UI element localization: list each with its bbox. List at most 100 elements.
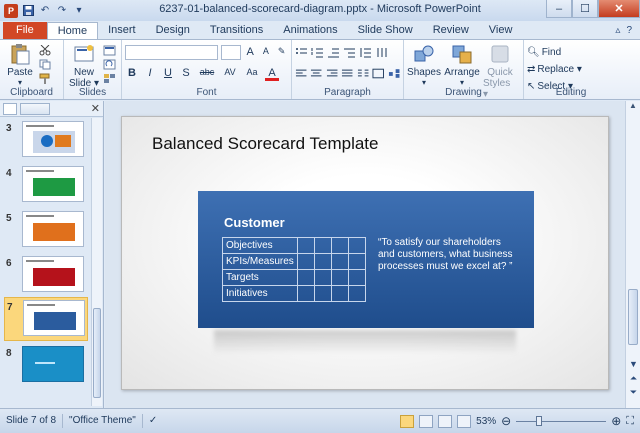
- shapes-dropdown-icon[interactable]: ▾: [422, 78, 426, 87]
- grow-font-icon[interactable]: A: [244, 46, 257, 60]
- character-spacing-button[interactable]: AV: [221, 67, 239, 81]
- decrease-indent-icon[interactable]: [327, 47, 340, 58]
- table-cell[interactable]: [296, 253, 315, 270]
- bold-button[interactable]: B: [125, 67, 139, 81]
- minimize-button[interactable]: –: [546, 0, 572, 18]
- font-color-button[interactable]: A: [265, 67, 279, 81]
- slide-scroll-thumb[interactable]: [628, 289, 638, 345]
- table-cell[interactable]: [330, 269, 349, 286]
- undo-icon[interactable]: ↶: [38, 4, 52, 18]
- table-cell[interactable]: [296, 237, 315, 254]
- fit-to-window-icon[interactable]: ⛶: [626, 415, 634, 428]
- table-cell[interactable]: [313, 285, 332, 302]
- clear-formatting-icon[interactable]: ✎: [275, 46, 288, 60]
- tab-review[interactable]: Review: [423, 22, 479, 39]
- slide-title[interactable]: Balanced Scorecard Template: [152, 134, 379, 154]
- slide-thumbnail-7-selected[interactable]: 7: [4, 297, 88, 341]
- copy-icon[interactable]: [39, 59, 52, 70]
- powerpoint-app-icon[interactable]: P: [4, 3, 18, 18]
- table-cell[interactable]: [313, 269, 332, 286]
- bullets-icon[interactable]: [295, 47, 308, 58]
- row-label[interactable]: Targets: [222, 269, 298, 286]
- tab-transitions[interactable]: Transitions: [200, 22, 273, 39]
- table-cell[interactable]: [313, 253, 332, 270]
- justify-icon[interactable]: [341, 68, 353, 79]
- table-cell[interactable]: [296, 269, 315, 286]
- current-slide[interactable]: Balanced Scorecard Template Customer Obj…: [121, 116, 609, 390]
- align-right-icon[interactable]: [326, 68, 338, 79]
- align-left-icon[interactable]: [295, 68, 307, 79]
- maximize-button[interactable]: ☐: [572, 0, 598, 18]
- shadow-button[interactable]: S: [179, 67, 193, 81]
- arrange-dropdown-icon[interactable]: ▾: [460, 78, 464, 87]
- italic-button[interactable]: I: [143, 67, 157, 81]
- line-spacing-icon[interactable]: [359, 47, 372, 58]
- zoom-out-icon[interactable]: ⊖: [501, 414, 511, 428]
- numbering-icon[interactable]: [311, 47, 324, 58]
- align-text-icon[interactable]: [372, 68, 385, 79]
- slide-show-icon[interactable]: [457, 414, 472, 428]
- slide-thumbnail-5[interactable]: 5: [6, 211, 88, 249]
- scorecard-panel[interactable]: Customer Objectives KPIs/Measures Target…: [198, 191, 534, 328]
- new-slide-button[interactable]: New Slide ▾: [67, 43, 101, 89]
- table-cell[interactable]: [330, 237, 349, 254]
- paste-dropdown-icon[interactable]: ▾: [18, 78, 22, 87]
- cut-icon[interactable]: [39, 45, 52, 56]
- tab-file[interactable]: File: [3, 22, 47, 39]
- slide-thumbnail-8[interactable]: 8: [6, 346, 88, 384]
- table-cell[interactable]: [347, 269, 366, 286]
- tab-insert[interactable]: Insert: [98, 22, 146, 39]
- row-label[interactable]: Objectives: [222, 237, 298, 254]
- table-cell[interactable]: [347, 253, 366, 270]
- previous-slide-icon[interactable]: ⏶: [626, 373, 640, 384]
- scorecard-table[interactable]: Objectives KPIs/Measures Targets Initiat…: [222, 237, 366, 302]
- scroll-up-icon[interactable]: ▲: [626, 101, 640, 115]
- reset-icon[interactable]: [103, 59, 116, 70]
- outline-tab-icon[interactable]: [20, 102, 50, 115]
- table-cell[interactable]: [347, 237, 366, 254]
- help-icon[interactable]: ?: [626, 25, 632, 36]
- slides-pane-scrollbar[interactable]: [91, 118, 102, 406]
- table-cell[interactable]: [296, 285, 315, 302]
- minimize-ribbon-icon[interactable]: ▵: [615, 25, 620, 36]
- zoom-level[interactable]: 53%: [476, 416, 496, 427]
- row-label[interactable]: Initiatives: [222, 285, 298, 302]
- zoom-slider[interactable]: [516, 415, 607, 427]
- customize-qat-icon[interactable]: ▾: [72, 4, 86, 18]
- next-slide-icon[interactable]: ⏷: [626, 387, 640, 398]
- slide-thumbnail-6[interactable]: 6: [6, 256, 88, 294]
- theme-name[interactable]: "Office Theme": [63, 414, 143, 428]
- font-name-combo[interactable]: [125, 45, 218, 60]
- paste-button[interactable]: Paste ▾: [3, 43, 37, 87]
- zoom-in-icon[interactable]: ⊕: [611, 414, 621, 428]
- layout-icon[interactable]: [103, 45, 116, 56]
- align-center-icon[interactable]: [310, 68, 322, 79]
- quote-text[interactable]: “To satisfy our shareholders and custome…: [378, 237, 518, 273]
- table-cell[interactable]: [330, 253, 349, 270]
- smartart-icon[interactable]: [388, 68, 400, 79]
- normal-view-icon[interactable]: [400, 414, 415, 428]
- tab-view[interactable]: View: [479, 22, 523, 39]
- shrink-font-icon[interactable]: A: [260, 46, 273, 60]
- panel-heading[interactable]: Customer: [224, 215, 285, 230]
- close-pane-icon[interactable]: ✕: [91, 102, 100, 115]
- increase-indent-icon[interactable]: [343, 47, 356, 58]
- tab-home[interactable]: Home: [46, 22, 99, 39]
- table-cell[interactable]: [313, 237, 332, 254]
- reading-view-icon[interactable]: [438, 414, 453, 428]
- row-label[interactable]: KPIs/Measures: [222, 253, 298, 270]
- replace-button[interactable]: ⇄ Replace ▾: [527, 62, 615, 77]
- spell-check-icon[interactable]: ✓: [143, 414, 163, 428]
- columns-icon[interactable]: [357, 68, 369, 79]
- close-button[interactable]: ✕: [598, 0, 640, 18]
- strikethrough-button[interactable]: abc: [197, 67, 217, 81]
- save-icon[interactable]: [21, 4, 35, 18]
- tab-slide-show[interactable]: Slide Show: [348, 22, 423, 39]
- scroll-down-icon[interactable]: ▼: [626, 359, 640, 369]
- slide-thumbnail-3[interactable]: 3: [6, 121, 88, 159]
- format-painter-icon[interactable]: [39, 73, 52, 84]
- find-button[interactable]: 🔍︎ Find: [527, 45, 615, 60]
- tab-animations[interactable]: Animations: [273, 22, 347, 39]
- slide-sorter-icon[interactable]: [419, 414, 434, 428]
- tab-design[interactable]: Design: [146, 22, 200, 39]
